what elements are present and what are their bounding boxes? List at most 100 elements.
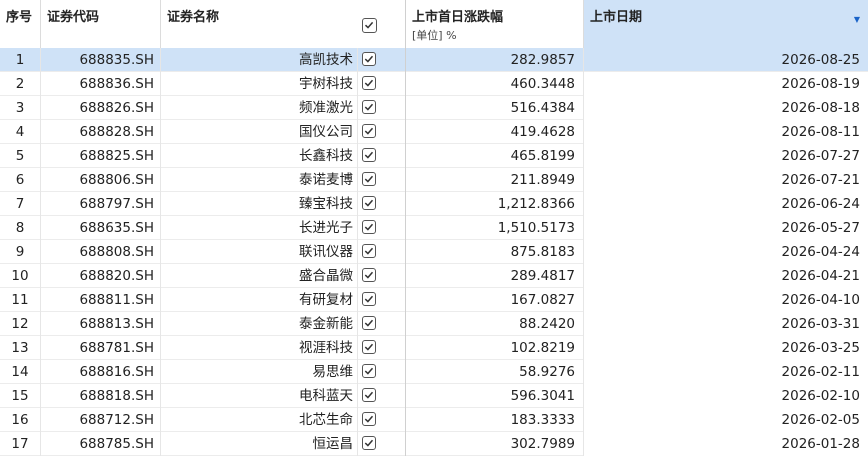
row-index: 4 xyxy=(0,120,41,144)
row-checkbox-cell xyxy=(358,216,406,240)
row-checkbox[interactable] xyxy=(362,244,376,258)
row-change: 1,510.5173 xyxy=(406,216,584,240)
table-row[interactable]: 15 688818.SH 电科蓝天 596.3041 2026-02-10 xyxy=(0,384,868,408)
header-date[interactable]: 上市日期 ▼ xyxy=(584,0,868,48)
header-checkbox-cell xyxy=(358,0,406,48)
checkmark-icon xyxy=(364,367,374,375)
row-date: 2026-03-25 xyxy=(584,336,868,360)
row-name: 易思维 xyxy=(161,360,358,384)
header-index[interactable]: 序号 xyxy=(0,0,41,48)
row-name: 臻宝科技 xyxy=(161,192,358,216)
row-name: 国仪公司 xyxy=(161,120,358,144)
row-checkbox-cell xyxy=(358,192,406,216)
row-index: 6 xyxy=(0,168,41,192)
row-name: 长鑫科技 xyxy=(161,144,358,168)
row-checkbox-cell xyxy=(358,360,406,384)
row-checkbox-cell xyxy=(358,384,406,408)
table-row[interactable]: 5 688825.SH 长鑫科技 465.8199 2026-07-27 xyxy=(0,144,868,168)
header-name[interactable]: 证券名称 xyxy=(161,0,358,48)
table-row[interactable]: 10 688820.SH 盛合晶微 289.4817 2026-04-21 xyxy=(0,264,868,288)
row-checkbox-cell xyxy=(358,240,406,264)
table-row[interactable]: 14 688816.SH 易思维 58.9276 2026-02-11 xyxy=(0,360,868,384)
row-checkbox[interactable] xyxy=(362,292,376,306)
row-code: 688820.SH xyxy=(41,264,161,288)
row-name: 联讯仪器 xyxy=(161,240,358,264)
row-index: 14 xyxy=(0,360,41,384)
table-row[interactable]: 9 688808.SH 联讯仪器 875.8183 2026-04-24 xyxy=(0,240,868,264)
row-checkbox-cell xyxy=(358,96,406,120)
checkmark-icon xyxy=(364,103,374,111)
table-row[interactable]: 1 688835.SH 高凯技术 282.9857 2026-08-25 xyxy=(0,48,868,72)
row-change: 302.7989 xyxy=(406,432,584,456)
checkmark-icon xyxy=(364,127,374,135)
row-checkbox[interactable] xyxy=(362,124,376,138)
row-code: 688806.SH xyxy=(41,168,161,192)
row-checkbox-cell xyxy=(358,264,406,288)
row-checkbox[interactable] xyxy=(362,148,376,162)
table-row[interactable]: 2 688836.SH 宇树科技 460.3448 2026-08-19 xyxy=(0,72,868,96)
row-date: 2026-07-27 xyxy=(584,144,868,168)
row-checkbox-cell xyxy=(358,72,406,96)
row-checkbox-cell xyxy=(358,288,406,312)
row-checkbox-cell xyxy=(358,144,406,168)
row-checkbox[interactable] xyxy=(362,196,376,210)
row-date: 2026-04-21 xyxy=(584,264,868,288)
row-checkbox[interactable] xyxy=(362,100,376,114)
table-header: 序号 证券代码 证券名称 上市首日涨跌幅 [单位] % 上市日期 ▼ xyxy=(0,0,868,49)
header-change[interactable]: 上市首日涨跌幅 [单位] % xyxy=(406,0,584,48)
row-date: 2026-06-24 xyxy=(584,192,868,216)
table-row[interactable]: 12 688813.SH 泰金新能 88.2420 2026-03-31 xyxy=(0,312,868,336)
table-row[interactable]: 4 688828.SH 国仪公司 419.4628 2026-08-11 xyxy=(0,120,868,144)
table-row[interactable]: 8 688635.SH 长进光子 1,510.5173 2026-05-27 xyxy=(0,216,868,240)
checkmark-icon xyxy=(364,271,374,279)
row-date: 2026-08-19 xyxy=(584,72,868,96)
row-code: 688826.SH xyxy=(41,96,161,120)
select-all-checkbox[interactable] xyxy=(362,18,377,33)
table-row[interactable]: 6 688806.SH 泰诺麦博 211.8949 2026-07-21 xyxy=(0,168,868,192)
row-code: 688836.SH xyxy=(41,72,161,96)
row-checkbox[interactable] xyxy=(362,316,376,330)
row-name: 视涯科技 xyxy=(161,336,358,360)
row-index: 12 xyxy=(0,312,41,336)
row-date: 2026-07-21 xyxy=(584,168,868,192)
row-change: 88.2420 xyxy=(406,312,584,336)
row-change: 419.4628 xyxy=(406,120,584,144)
table-row[interactable]: 13 688781.SH 视涯科技 102.8219 2026-03-25 xyxy=(0,336,868,360)
row-checkbox-cell xyxy=(358,408,406,432)
row-checkbox[interactable] xyxy=(362,388,376,402)
row-change: 460.3448 xyxy=(406,72,584,96)
row-checkbox[interactable] xyxy=(362,172,376,186)
row-name: 宇树科技 xyxy=(161,72,358,96)
row-checkbox[interactable] xyxy=(362,364,376,378)
row-checkbox[interactable] xyxy=(362,268,376,282)
header-code[interactable]: 证券代码 xyxy=(41,0,161,48)
row-checkbox[interactable] xyxy=(362,76,376,90)
row-checkbox[interactable] xyxy=(362,412,376,426)
row-change: 289.4817 xyxy=(406,264,584,288)
row-change: 102.8219 xyxy=(406,336,584,360)
row-checkbox[interactable] xyxy=(362,340,376,354)
row-code: 688712.SH xyxy=(41,408,161,432)
row-change: 211.8949 xyxy=(406,168,584,192)
row-change: 596.3041 xyxy=(406,384,584,408)
row-index: 10 xyxy=(0,264,41,288)
row-checkbox[interactable] xyxy=(362,52,376,66)
table-row[interactable]: 11 688811.SH 有研复材 167.0827 2026-04-10 xyxy=(0,288,868,312)
row-change: 1,212.8366 xyxy=(406,192,584,216)
row-index: 15 xyxy=(0,384,41,408)
row-checkbox-cell xyxy=(358,432,406,456)
row-code: 688635.SH xyxy=(41,216,161,240)
row-date: 2026-02-11 xyxy=(584,360,868,384)
sort-descending-icon[interactable]: ▼ xyxy=(854,15,860,24)
table-row[interactable]: 7 688797.SH 臻宝科技 1,212.8366 2026-06-24 xyxy=(0,192,868,216)
row-name: 电科蓝天 xyxy=(161,384,358,408)
table-row[interactable]: 17 688785.SH 恒运昌 302.7989 2026-01-28 xyxy=(0,432,868,456)
table-row[interactable]: 16 688712.SH 北芯生命 183.3333 2026-02-05 xyxy=(0,408,868,432)
row-checkbox-cell xyxy=(358,336,406,360)
row-checkbox[interactable] xyxy=(362,220,376,234)
row-checkbox[interactable] xyxy=(362,436,376,450)
row-index: 17 xyxy=(0,432,41,456)
row-index: 8 xyxy=(0,216,41,240)
table-row[interactable]: 3 688826.SH 频准激光 516.4384 2026-08-18 xyxy=(0,96,868,120)
row-change: 516.4384 xyxy=(406,96,584,120)
